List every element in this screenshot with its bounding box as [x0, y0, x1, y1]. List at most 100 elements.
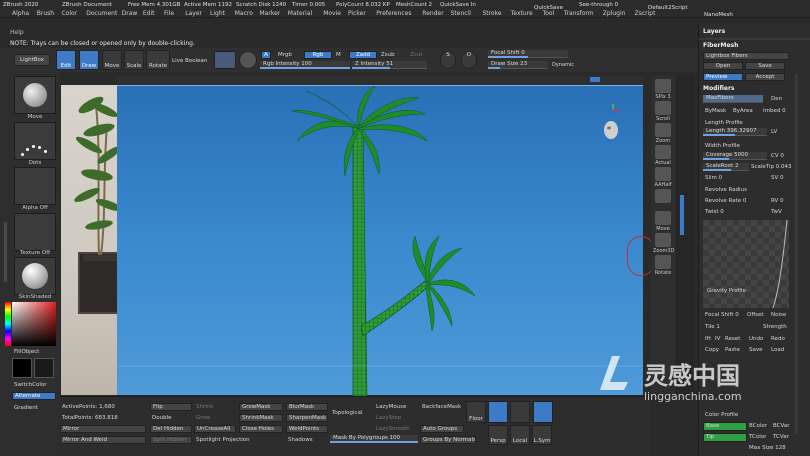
- groups-normals-button[interactable]: Groups By Normals: [420, 436, 476, 444]
- tile-slider[interactable]: Tile 1: [705, 324, 720, 330]
- lazymouse-button[interactable]: LazyMouse: [376, 404, 406, 410]
- draw-size-slider[interactable]: Draw Size 23: [488, 61, 548, 69]
- weldpoints-button[interactable]: WeldPoints: [286, 425, 328, 433]
- backfacemask-button[interactable]: BackfaceMask: [422, 404, 461, 410]
- color-picker[interactable]: [12, 302, 56, 346]
- live-boolean-button[interactable]: Live Boolean: [172, 58, 207, 64]
- maxfibers-slider[interactable]: MaxFibers: [703, 95, 763, 103]
- zadd-toggle[interactable]: Zadd: [349, 51, 377, 59]
- menu-document[interactable]: Document: [86, 10, 117, 17]
- menu-light[interactable]: Light: [210, 10, 225, 17]
- topological-button[interactable]: Topological: [332, 410, 362, 416]
- byarea-button[interactable]: ByArea: [733, 108, 753, 114]
- auto-groups-button[interactable]: Auto Groups: [420, 425, 464, 433]
- see-through-slider[interactable]: See-through 0: [579, 2, 618, 8]
- mrgb-toggle[interactable]: Mrgb: [278, 52, 292, 58]
- tip-color-swatch[interactable]: Tip: [703, 433, 747, 442]
- den-slider[interactable]: Den: [771, 96, 782, 102]
- rgb-toggle[interactable]: Rgb: [304, 51, 332, 59]
- main-color-swatch[interactable]: [12, 358, 32, 378]
- persp-button[interactable]: Persp: [488, 425, 508, 445]
- offset-slider[interactable]: Offset: [747, 312, 764, 318]
- layers-section[interactable]: Layers: [703, 28, 725, 35]
- rotate-button[interactable]: Rotate: [146, 50, 170, 70]
- preview-button[interactable]: Preview: [703, 73, 743, 81]
- open-button[interactable]: Open: [703, 62, 743, 70]
- menu-preferences[interactable]: Preferences: [376, 10, 411, 17]
- shrink-button[interactable]: Shrink: [196, 404, 213, 410]
- d-icon[interactable]: D: [461, 51, 477, 69]
- tool-spix-3[interactable]: SPix 3: [653, 79, 673, 100]
- tool-zoom[interactable]: Zoom: [653, 123, 673, 144]
- undo-button[interactable]: Undo: [749, 336, 763, 342]
- slim-slider[interactable]: Slim 0: [705, 175, 722, 181]
- hue-strip[interactable]: [5, 302, 11, 346]
- edit-button[interactable]: Edit: [56, 50, 76, 70]
- tcvar-slider[interactable]: TCVar: [773, 434, 789, 440]
- cv-slider[interactable]: CV 0: [771, 153, 784, 159]
- imbed-slider[interactable]: Imbed 0: [763, 108, 786, 114]
- s-size-icon[interactable]: S: [440, 51, 456, 69]
- menu-macro[interactable]: Macro: [235, 10, 253, 17]
- alpha-thumbnail[interactable]: [14, 167, 56, 205]
- revolve-radius-button[interactable]: Revolve Radius: [705, 187, 747, 193]
- menu-zscript[interactable]: Zscript: [635, 10, 656, 17]
- rgb-intensity-slider[interactable]: Rgb Intensity 100: [260, 61, 350, 69]
- mirror-weld-button[interactable]: Mirror And Weld: [60, 436, 146, 444]
- menu-marker[interactable]: Marker: [260, 10, 281, 17]
- tool-rotate[interactable]: Rotate: [653, 255, 673, 276]
- revolve-rate-slider[interactable]: Revolve Rate 0: [705, 198, 746, 204]
- viewport-canvas[interactable]: [117, 85, 655, 397]
- menu-picker[interactable]: Picker: [348, 10, 366, 17]
- ih-button[interactable]: IH: [705, 336, 711, 342]
- menu-tool[interactable]: Tool: [543, 10, 555, 17]
- orientation-gizmo[interactable]: [599, 104, 627, 144]
- palm-tree-model[interactable]: [117, 85, 643, 397]
- switchcolor-button[interactable]: SwitchColor: [14, 382, 47, 388]
- scaleroot-slider[interactable]: ScaleRoot 2: [703, 163, 749, 171]
- shrinkmask-button[interactable]: ShrinkMask: [239, 414, 283, 422]
- menu-edit[interactable]: Edit: [143, 10, 155, 17]
- shadows-button[interactable]: Shadows: [288, 437, 313, 443]
- alternate-button[interactable]: Alternate: [12, 392, 56, 400]
- twv-slider[interactable]: TwV: [771, 209, 782, 215]
- menu-render[interactable]: Render: [422, 10, 443, 17]
- del-hidden-button[interactable]: Del Hidden: [150, 425, 192, 433]
- blurmask-button[interactable]: BlurMask: [286, 403, 328, 411]
- lazystep-slider[interactable]: LazyStep: [376, 415, 401, 421]
- menu-material[interactable]: Material: [288, 10, 312, 17]
- tool-scroll[interactable]: Scroll: [653, 101, 673, 122]
- lsym-button[interactable]: L.Sym: [532, 425, 552, 445]
- panel-scrollbar[interactable]: [795, 74, 798, 434]
- bymask-button[interactable]: ByMask: [705, 108, 726, 114]
- lightbox-fibers-button[interactable]: Lightbox Fibers: [703, 52, 789, 60]
- m-toggle[interactable]: M: [336, 52, 341, 58]
- close-holes-button[interactable]: Close Holes: [239, 425, 283, 433]
- uncreaseall-button[interactable]: UnCreaseAll: [194, 425, 236, 433]
- material-sphere-icon[interactable]: [214, 51, 236, 69]
- sv-slider[interactable]: SV 0: [771, 175, 784, 181]
- save-button[interactable]: Save: [745, 62, 785, 70]
- tool-lock[interactable]: [653, 189, 673, 204]
- menu-transform[interactable]: Transform: [564, 10, 594, 17]
- material-swatch-icon[interactable]: [239, 51, 257, 69]
- strength-slider[interactable]: Strength: [763, 324, 787, 330]
- help-menu[interactable]: Help: [10, 29, 24, 36]
- fibermesh-section[interactable]: FiberMesh: [703, 42, 738, 49]
- width-profile-button[interactable]: Width Profile: [705, 143, 740, 149]
- left-scrollbar[interactable]: [4, 222, 7, 282]
- gravity-profile-curve[interactable]: Gravity Profile: [703, 219, 789, 309]
- bcvar-slider[interactable]: BCVar: [773, 423, 789, 429]
- tcolor-slider[interactable]: TColor: [749, 434, 766, 440]
- focal-shift-slider[interactable]: Focal Shift 0: [488, 50, 568, 58]
- accept-button[interactable]: Accept: [745, 73, 785, 81]
- stroke-thumbnail[interactable]: [14, 122, 56, 160]
- coverage-slider[interactable]: Coverage 5000: [703, 152, 767, 160]
- brush-thumbnail[interactable]: [14, 76, 56, 114]
- secondary-color-swatch[interactable]: [34, 358, 54, 378]
- modifiers-section[interactable]: Modifiers: [703, 85, 735, 92]
- dynamic-toggle[interactable]: Dynamic: [552, 62, 574, 68]
- growmask-button[interactable]: GrowMask: [239, 403, 283, 411]
- iv-button[interactable]: IV: [715, 336, 720, 342]
- scaletip-slider[interactable]: ScaleTip 0.043: [751, 164, 792, 170]
